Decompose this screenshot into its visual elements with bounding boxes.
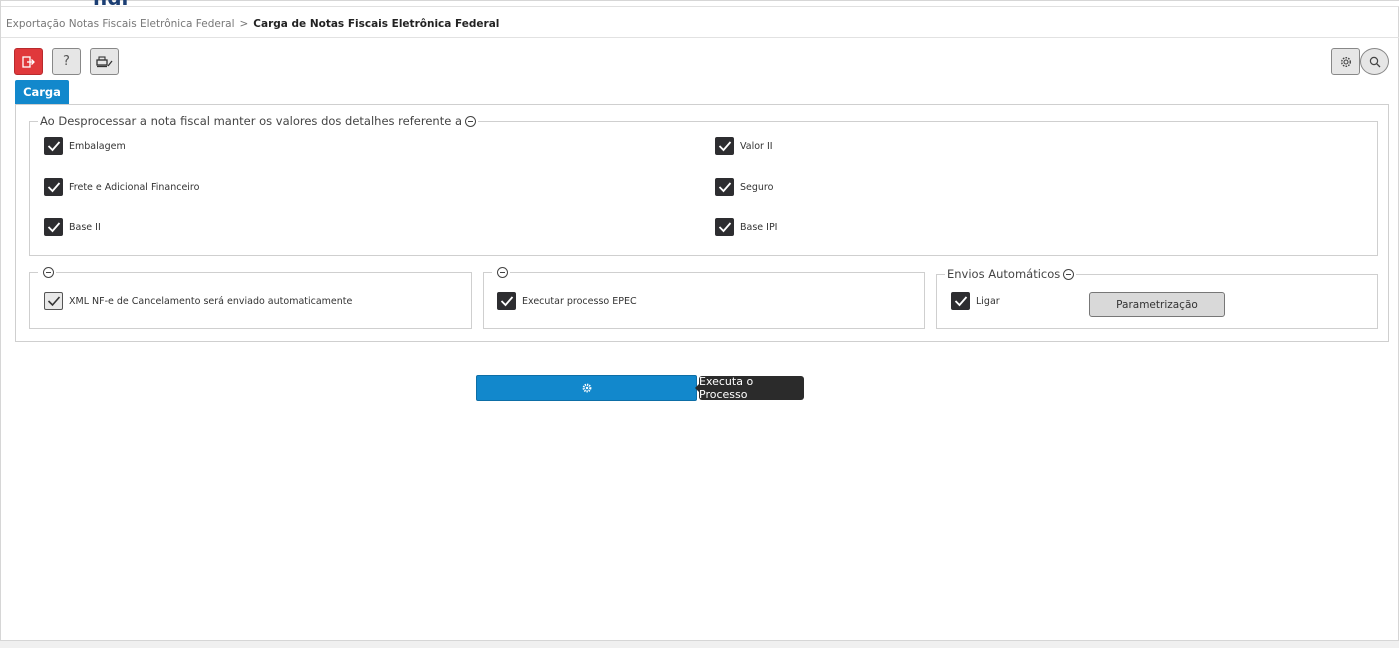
help-icon: ? [63,54,70,69]
header-divider [1,37,1399,38]
checkbox-checked-icon[interactable] [497,292,516,310]
checkbox-label: Frete e Adicional Financeiro [69,181,200,193]
execute-button[interactable] [476,375,697,401]
checkbox-embalagem[interactable]: Embalagem [44,137,126,155]
checkbox-checked-icon[interactable] [715,137,734,155]
top-strip: ngl [1,0,1399,7]
checkbox-xml-cancelamento[interactable]: XML NF-e de Cancelamento será enviado au… [44,292,352,310]
checkbox-label: Seguro [740,181,774,193]
breadcrumb: Exportação Notas Fiscais Eletrônica Fede… [6,15,499,33]
gear-icon [1340,56,1351,67]
checkbox-checked-icon[interactable] [715,178,734,196]
app-window: ngl Exportação Notas Fiscais Eletrônica … [0,0,1399,641]
reprocess-group-title: Ao Desprocessar a nota fiscal manter os … [40,114,462,128]
checkbox-checked-icon[interactable] [951,292,970,310]
checkbox-label: Ligar [976,295,1000,307]
epec-group-legend [492,267,510,278]
checkbox-checked-icon[interactable] [44,137,63,155]
checkbox-label: Base II [69,221,101,233]
exit-button[interactable] [14,48,43,75]
checkbox-label: Executar processo EPEC [522,295,637,307]
collapse-icon[interactable] [465,115,476,127]
collapse-icon[interactable] [1063,268,1075,280]
checkbox-label: XML NF-e de Cancelamento será enviado au… [69,295,353,307]
reprocess-group: Ao Desprocessar a nota fiscal manter os … [29,114,1378,256]
print-settings-button[interactable] [90,48,119,75]
exit-icon [21,55,35,68]
search-icon [1369,56,1380,67]
settings-button[interactable] [1331,48,1360,75]
xml-group-legend [38,267,56,278]
auto-send-group-title: Envios Automáticos [947,267,1061,281]
checkbox-epec[interactable]: Executar processo EPEC [497,292,637,310]
auto-send-group-legend: Envios Automáticos [945,267,1076,281]
execute-tooltip: Executa o Processo [695,375,804,401]
checkbox-label: Valor II [740,140,773,152]
checkbox-label: Base IPI [740,221,778,233]
checkbox-base-ipi[interactable]: Base IPI [715,218,778,236]
gear-icon [582,383,591,393]
checkbox-frete[interactable]: Frete e Adicional Financeiro [44,178,199,196]
collapse-icon[interactable] [43,267,54,278]
checkbox-checked-icon[interactable] [715,218,734,236]
checkbox-seguro[interactable]: Seguro [715,178,773,196]
logo: ngl [93,0,213,5]
checkbox-checked-icon[interactable] [44,292,63,310]
reprocess-group-legend: Ao Desprocessar a nota fiscal manter os … [38,114,478,128]
tab-carga[interactable]: Carga [15,80,69,104]
search-button[interactable] [1360,48,1389,75]
checkbox-checked-icon[interactable] [44,218,63,236]
breadcrumb-current: Carga de Notas Fiscais Eletrônica Federa… [253,18,500,30]
print-settings-icon [95,55,113,67]
parametrizacao-button[interactable]: Parametrização [1089,292,1225,317]
checkbox-valor-ii[interactable]: Valor II [715,137,773,155]
collapse-icon[interactable] [497,267,508,278]
breadcrumb-previous[interactable]: Exportação Notas Fiscais Eletrônica Fede… [6,18,234,30]
checkbox-base-ii[interactable]: Base II [44,218,101,236]
checkbox-label: Embalagem [69,140,126,152]
checkbox-checked-icon[interactable] [44,178,63,196]
checkbox-ligar[interactable]: Ligar [951,292,1000,310]
help-button[interactable]: ? [52,48,81,75]
breadcrumb-separator: > [239,18,249,30]
